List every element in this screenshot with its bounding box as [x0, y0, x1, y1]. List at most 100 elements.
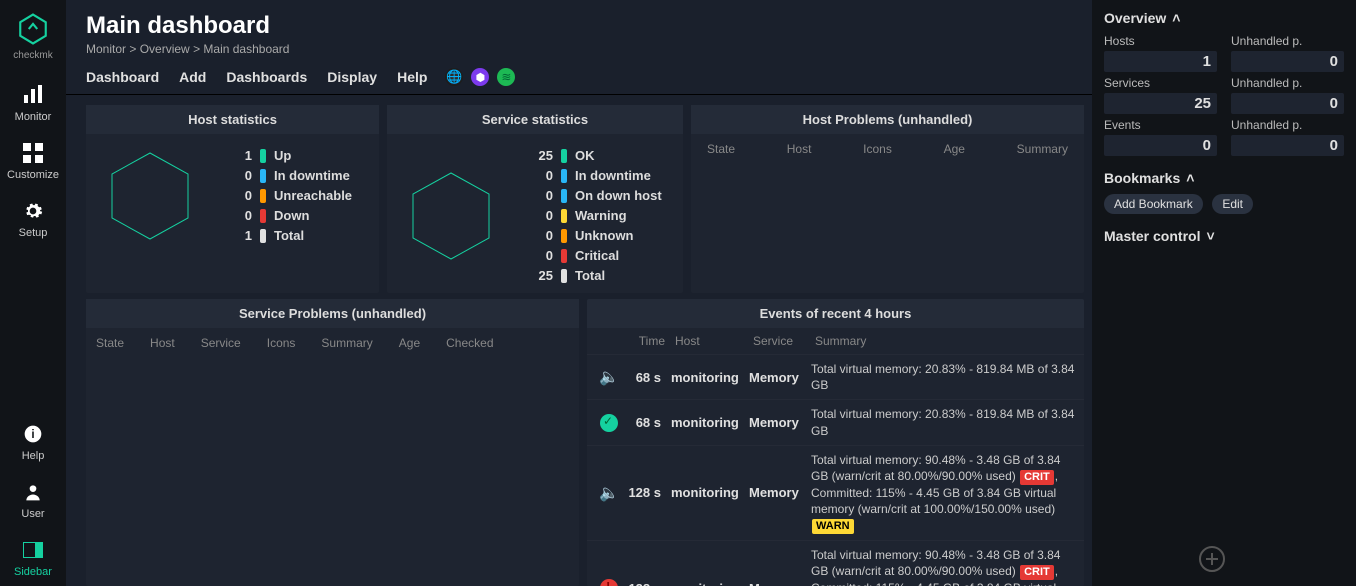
- nav-sidebar-toggle[interactable]: Sidebar: [0, 528, 66, 586]
- panel-events: Events of recent 4 hours Time Host Servi…: [587, 299, 1084, 586]
- stat-row[interactable]: 0In downtime: [515, 168, 662, 183]
- chevron-up-icon: ˄: [1172, 10, 1180, 26]
- host-hexagon[interactable]: [86, 148, 214, 243]
- status-color-bar: [561, 209, 567, 223]
- overview-cell[interactable]: Unhandled p.0: [1231, 34, 1344, 72]
- crit-icon: [600, 579, 618, 586]
- menubar: Dashboard Add Dashboards Display Help 🌐 …: [66, 60, 1092, 95]
- nav-setup[interactable]: Setup: [0, 189, 66, 247]
- overview-title[interactable]: Overview ˄: [1104, 10, 1344, 26]
- spotify-icon[interactable]: ≋: [497, 68, 515, 86]
- speaker-icon: 🔈: [599, 483, 619, 503]
- status-color-bar: [561, 169, 567, 183]
- grid-icon: [21, 141, 45, 165]
- edit-bookmarks-button[interactable]: Edit: [1212, 194, 1253, 214]
- nav-monitor[interactable]: Monitor: [0, 73, 66, 131]
- overview-cell[interactable]: Services25: [1104, 76, 1217, 114]
- panel-title: Host statistics: [86, 105, 379, 134]
- status-color-bar: [561, 229, 567, 243]
- bookmarks-snapin: Bookmarks ˄ Add Bookmark Edit: [1104, 170, 1344, 214]
- sidebar-icon: [21, 538, 45, 562]
- master-control-snapin: Master control ˅: [1104, 228, 1344, 244]
- host-problems-header: State Host Icons Age Summary: [691, 134, 1084, 164]
- page-title: Main dashboard: [86, 12, 1092, 40]
- status-color-bar: [561, 149, 567, 163]
- chevron-up-icon: ˄: [1186, 170, 1194, 186]
- main-area: Main dashboard Monitor Overview Main das…: [66, 0, 1092, 586]
- menu-help[interactable]: Help: [397, 69, 427, 85]
- svg-text:i: i: [31, 428, 34, 441]
- nav-help[interactable]: i Help: [0, 412, 66, 470]
- sidebar-left: checkmk Monitor Customize Setup i Help U…: [0, 0, 66, 586]
- add-snapin-button[interactable]: [1198, 545, 1226, 576]
- nav-user[interactable]: User: [0, 470, 66, 528]
- status-color-bar: [260, 229, 266, 243]
- status-color-bar: [260, 169, 266, 183]
- status-color-bar: [561, 269, 567, 283]
- stat-row[interactable]: 0On down host: [515, 188, 662, 203]
- add-bookmark-button[interactable]: Add Bookmark: [1104, 194, 1203, 214]
- stat-row[interactable]: 0Critical: [515, 248, 662, 263]
- stat-row[interactable]: 25Total: [515, 268, 662, 283]
- bookmarks-title[interactable]: Bookmarks ˄: [1104, 170, 1344, 186]
- overview-snapin: Overview ˄ Hosts1 Unhandled p.0 Services25…: [1104, 10, 1344, 156]
- stat-row[interactable]: 0Warning: [515, 208, 662, 223]
- stat-row[interactable]: 0Unreachable: [214, 188, 352, 203]
- info-icon: i: [21, 422, 45, 446]
- stat-row[interactable]: 25OK: [515, 148, 662, 163]
- menu-display[interactable]: Display: [327, 69, 377, 85]
- menu-dashboard[interactable]: Dashboard: [86, 69, 159, 85]
- stat-row[interactable]: 1Up: [214, 148, 352, 163]
- ok-icon: [600, 414, 618, 432]
- overview-cell[interactable]: Events0: [1104, 118, 1217, 156]
- event-row[interactable]: 128 smonitoringMemoryTotal virtual memor…: [587, 540, 1084, 586]
- master-control-title[interactable]: Master control ˅: [1104, 228, 1344, 244]
- overview-cell[interactable]: Unhandled p.0: [1231, 76, 1344, 114]
- menu-dashboards[interactable]: Dashboards: [226, 69, 307, 85]
- event-row[interactable]: 🔈68 smonitoringMemoryTotal virtual memor…: [587, 354, 1084, 399]
- overview-cell[interactable]: Hosts1: [1104, 34, 1217, 72]
- warn-badge: WARN: [812, 519, 854, 534]
- events-header: Time Host Service Summary: [587, 328, 1084, 354]
- panel-host-problems: Host Problems (unhandled) State Host Ico…: [691, 105, 1084, 293]
- overview-cell[interactable]: Unhandled p.0: [1231, 118, 1344, 156]
- user-icon: [21, 480, 45, 504]
- breadcrumb: Monitor Overview Main dashboard: [86, 42, 1092, 56]
- brand-logo[interactable]: [14, 10, 52, 48]
- crit-badge: CRIT: [1020, 565, 1054, 580]
- panel-title: Service Problems (unhandled): [86, 299, 579, 328]
- speaker-icon: 🔈: [599, 367, 619, 387]
- content: Host statistics 1Up 0In downtime 0Unreacha…: [66, 95, 1092, 586]
- service-hexagon[interactable]: [387, 148, 515, 283]
- status-color-bar: [561, 189, 567, 203]
- status-color-bar: [260, 189, 266, 203]
- stat-row[interactable]: 0Unknown: [515, 228, 662, 243]
- page-header: Main dashboard Monitor Overview Main das…: [66, 0, 1092, 60]
- nav-customize[interactable]: Customize: [0, 131, 66, 189]
- cube-icon[interactable]: ⬢: [471, 68, 489, 86]
- crumb[interactable]: Main dashboard: [193, 42, 289, 56]
- brand-text: checkmk: [13, 50, 52, 61]
- event-row[interactable]: 🔈128 smonitoringMemoryTotal virtual memo…: [587, 445, 1084, 540]
- sidebar-right: Overview ˄ Hosts1 Unhandled p.0 Services25…: [1092, 0, 1356, 586]
- bars-icon: [21, 83, 45, 107]
- stat-row[interactable]: 0In downtime: [214, 168, 352, 183]
- event-row[interactable]: 68 smonitoringMemoryTotal virtual memory…: [587, 399, 1084, 444]
- crumb[interactable]: Overview: [129, 42, 189, 56]
- crumb[interactable]: Monitor: [86, 42, 126, 56]
- panel-service-stats: Service statistics 25OK 0In downtime 0On d…: [387, 105, 683, 293]
- panel-title: Events of recent 4 hours: [587, 299, 1084, 328]
- panel-title: Service statistics: [387, 105, 683, 134]
- chevron-down-icon: ˅: [1206, 228, 1214, 244]
- panel-host-stats: Host statistics 1Up 0In downtime 0Unreacha…: [86, 105, 379, 293]
- status-color-bar: [260, 149, 266, 163]
- stat-row[interactable]: 0Down: [214, 208, 352, 223]
- crit-badge: CRIT: [1020, 470, 1054, 485]
- panel-service-problems: Service Problems (unhandled) State Host …: [86, 299, 579, 586]
- status-color-bar: [260, 209, 266, 223]
- menu-add[interactable]: Add: [179, 69, 206, 85]
- status-color-bar: [561, 249, 567, 263]
- globe-icon[interactable]: 🌐: [445, 68, 463, 86]
- gear-icon: [21, 199, 45, 223]
- stat-row[interactable]: 1Total: [214, 228, 352, 243]
